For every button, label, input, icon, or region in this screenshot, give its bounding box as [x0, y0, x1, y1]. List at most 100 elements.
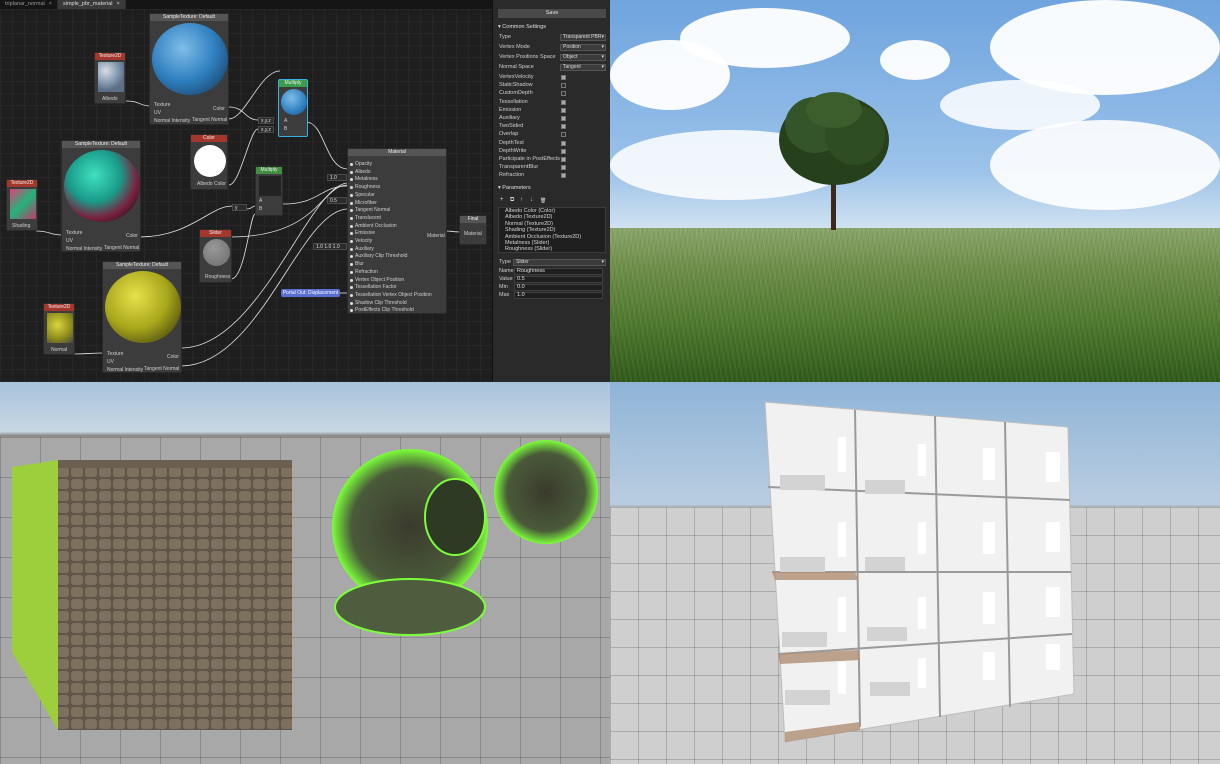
- input-normal-intensity[interactable]: Normal Intensity: [66, 246, 102, 252]
- material-input-label[interactable]: Tangent Normal: [355, 207, 390, 213]
- output-color[interactable]: Color: [126, 233, 138, 239]
- material-input-label[interactable]: Metalness: [355, 176, 378, 182]
- output-color[interactable]: Color: [167, 354, 179, 360]
- tab-triplanar-normal[interactable]: triplanar_normal ×: [0, 0, 58, 9]
- input-normal-intensity[interactable]: Normal Intensity: [154, 118, 190, 124]
- material-input-label[interactable]: PostEffects Clip Threshold: [355, 307, 414, 313]
- microfiber-value[interactable]: 0.5: [327, 197, 347, 204]
- viewport-material-scene[interactable]: [0, 382, 610, 764]
- setting-checkbox[interactable]: [561, 91, 566, 97]
- input-pin[interactable]: [350, 309, 353, 313]
- input-pin[interactable]: [350, 263, 353, 267]
- trash-icon[interactable]: 🗑: [540, 198, 546, 204]
- metalness-value[interactable]: 1.0: [327, 174, 347, 181]
- name-field[interactable]: Roughness: [514, 268, 603, 275]
- input-normal-intensity[interactable]: Normal Intensity: [107, 367, 143, 373]
- sample-texture-node-bottom[interactable]: SampleTexture: Default Texture UV Normal…: [102, 261, 182, 373]
- input-b[interactable]: B: [284, 126, 287, 132]
- setting-checkbox[interactable]: [561, 83, 566, 89]
- portal-out-displacement[interactable]: Portal Out: Displacement: [281, 289, 340, 297]
- setting-checkbox[interactable]: [561, 148, 566, 154]
- setting-checkbox[interactable]: [561, 157, 566, 162]
- material-input-label[interactable]: Albedo: [355, 169, 371, 175]
- parameter-item[interactable]: Roughness (Slider): [499, 246, 605, 252]
- multiply-b-value[interactable]: x,y,z: [258, 126, 274, 133]
- material-input-label[interactable]: Specular: [355, 192, 375, 198]
- input-texture[interactable]: Texture: [154, 102, 170, 108]
- material-input-label[interactable]: Auxiliary Clip Threshold: [355, 253, 407, 259]
- setting-checkbox[interactable]: [561, 132, 566, 138]
- material-input-label[interactable]: Velocity: [355, 238, 372, 244]
- output-tangent-normal[interactable]: Tangent Normal: [104, 245, 139, 251]
- texture2d-normal-node[interactable]: Texture2D Normal: [43, 303, 75, 355]
- node-graph-canvas[interactable]: Texture2D Albedo SampleTexture: Default …: [0, 9, 492, 382]
- output-tangent-normal[interactable]: Tangent Normal: [192, 117, 227, 123]
- parameters-header[interactable]: ▾ Parameters: [498, 185, 531, 191]
- material-input-label[interactable]: Opacity: [355, 161, 372, 167]
- input-a[interactable]: A: [259, 198, 262, 204]
- input-pin[interactable]: [350, 247, 353, 251]
- material-input-label[interactable]: Shadow Clip Threshold: [355, 300, 407, 306]
- material-input-label[interactable]: Ambient Occlusion: [355, 223, 397, 229]
- input-pin[interactable]: [350, 209, 353, 213]
- material-input-label[interactable]: Roughness: [355, 184, 380, 190]
- setting-select[interactable]: Position: [560, 44, 606, 51]
- setting-checkbox[interactable]: [561, 107, 566, 113]
- output-tangent-normal[interactable]: Tangent Normal: [144, 366, 179, 372]
- close-icon[interactable]: ×: [117, 1, 120, 8]
- arrow-up-icon[interactable]: ↑: [520, 197, 523, 203]
- setting-checkbox[interactable]: [561, 124, 566, 130]
- setting-checkbox[interactable]: [561, 173, 566, 179]
- multiply-node-selected[interactable]: Multiply A B: [278, 79, 308, 137]
- input-b[interactable]: B: [259, 206, 262, 212]
- setting-select[interactable]: Tangent: [560, 64, 606, 71]
- input-material[interactable]: Material: [464, 231, 482, 237]
- arrow-down-icon[interactable]: ↓: [530, 197, 533, 203]
- input-uv[interactable]: UV: [107, 359, 114, 365]
- input-pin[interactable]: [350, 278, 353, 282]
- input-pin[interactable]: [350, 286, 353, 290]
- setting-checkbox[interactable]: [561, 99, 566, 105]
- material-input-label[interactable]: Auxiliary: [355, 246, 374, 252]
- input-pin[interactable]: [350, 270, 353, 274]
- input-pin[interactable]: [350, 178, 353, 182]
- tab-simple-pbr-material[interactable]: simple_pbr_material ×: [57, 0, 126, 9]
- input-a[interactable]: A: [284, 118, 287, 124]
- setting-checkbox[interactable]: [561, 116, 566, 121]
- max-field[interactable]: 1.0: [514, 292, 603, 299]
- viewport-tree-scene[interactable]: [610, 0, 1220, 382]
- material-input-label[interactable]: Refraction: [355, 269, 378, 275]
- material-input-label[interactable]: Emissive: [355, 230, 375, 236]
- texture2d-shading-node[interactable]: Texture2D Shading: [6, 179, 38, 231]
- input-pin[interactable]: [350, 170, 353, 174]
- min-field[interactable]: 0.0: [514, 284, 603, 291]
- color-node[interactable]: Color Albedo Color: [190, 134, 228, 190]
- material-input-label[interactable]: Translucent: [355, 215, 381, 221]
- input-pin[interactable]: [350, 163, 353, 166]
- multiply-a-value[interactable]: x,y,z: [258, 117, 274, 124]
- material-input-label[interactable]: Blur: [355, 261, 364, 267]
- material-input-label[interactable]: Microfiber: [355, 200, 377, 206]
- input-pin[interactable]: [350, 240, 353, 243]
- duplicate-icon[interactable]: ⧉: [510, 197, 514, 204]
- input-pin[interactable]: [350, 232, 353, 236]
- multiply-node[interactable]: Multiply A B: [255, 166, 283, 216]
- material-input-label[interactable]: Vertex Object Position: [355, 277, 404, 283]
- material-node[interactable]: Material Opacity Albedo Metalness Roughness…: [347, 148, 447, 314]
- texture2d-albedo-node[interactable]: Texture2D Albedo: [94, 52, 126, 104]
- material-output[interactable]: Material: [427, 233, 445, 239]
- input-pin[interactable]: [350, 201, 353, 205]
- add-icon[interactable]: +: [500, 197, 504, 203]
- type-select[interactable]: Slider: [513, 259, 606, 266]
- setting-checkbox[interactable]: [561, 165, 566, 171]
- save-button[interactable]: Save: [498, 9, 606, 18]
- material-input-label[interactable]: Tessellation Vertex Object Position: [355, 292, 432, 298]
- sample-texture-node-mid[interactable]: SampleTexture: Default Texture UV Normal…: [61, 140, 141, 252]
- setting-select[interactable]: Object: [560, 54, 606, 61]
- slider-node[interactable]: Slider Roughness: [199, 229, 232, 283]
- multiply-y-value[interactable]: y: [232, 204, 247, 211]
- parameters-list[interactable]: Albedo Color (Color) Albedo (Texture2D) No…: [498, 207, 606, 253]
- input-uv[interactable]: UV: [154, 110, 161, 116]
- input-texture[interactable]: Texture: [107, 351, 123, 357]
- input-uv[interactable]: UV: [66, 238, 73, 244]
